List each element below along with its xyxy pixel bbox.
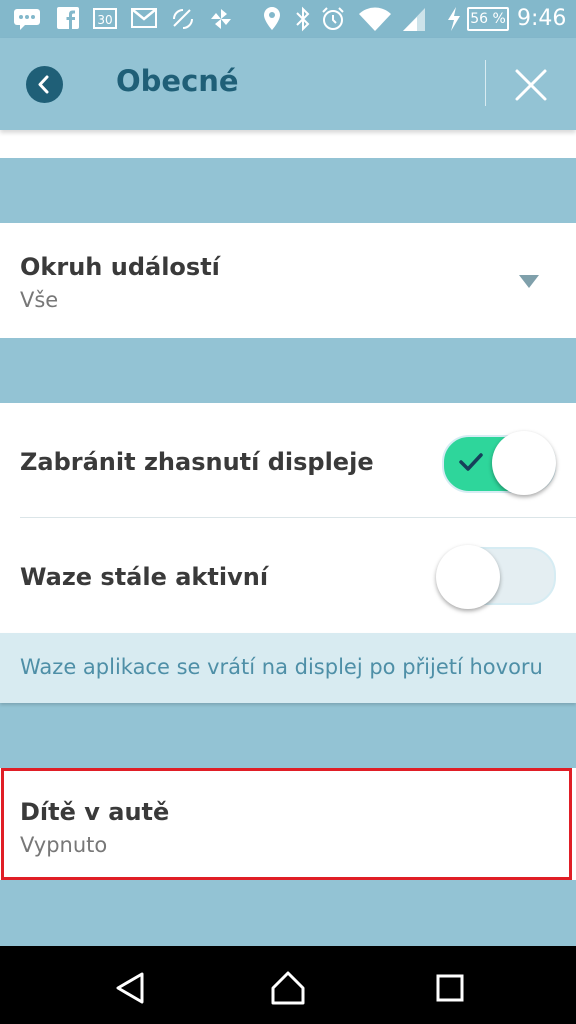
back-button[interactable] <box>26 66 63 103</box>
check-icon <box>459 453 483 471</box>
always-active-toggle[interactable] <box>436 543 556 609</box>
chevron-left-icon <box>38 75 49 94</box>
dropdown-arrow-icon[interactable] <box>518 273 540 289</box>
location-icon <box>262 6 282 36</box>
battery-icon: 56 % <box>467 7 509 31</box>
nav-recents-button[interactable] <box>430 968 470 1008</box>
event-range-value: Vše <box>20 288 59 312</box>
back-triangle-icon <box>116 972 144 1004</box>
messages-icon <box>12 6 44 36</box>
signal-icon <box>402 6 426 36</box>
gmail-icon <box>130 6 158 34</box>
calendar-icon: 30 <box>92 6 118 34</box>
event-range-setting[interactable]: Okruh událostí Vše <box>0 223 576 338</box>
toggles-card: Zabránit zhasnutí displeje Waze stále ak… <box>0 403 576 633</box>
info-note-text: Waze aplikace se vrátí na displej po při… <box>20 655 543 679</box>
alarm-icon <box>320 6 346 36</box>
toggle-knob <box>436 545 500 609</box>
nfc-icon <box>170 6 196 36</box>
clock: 9:46 <box>517 6 567 31</box>
charging-icon <box>446 6 462 36</box>
row-divider <box>20 517 576 518</box>
recents-icon <box>436 974 464 1002</box>
facebook-icon <box>56 6 80 34</box>
always-active-label: Waze stále aktivní <box>20 563 269 591</box>
highlight-box <box>1 768 572 880</box>
navigation-bar <box>0 946 576 1024</box>
status-bar: 30 56 % 9:46 <box>0 0 576 38</box>
home-icon <box>271 971 305 1005</box>
prevent-sleep-toggle[interactable] <box>440 431 560 495</box>
nav-back-button[interactable] <box>112 968 152 1008</box>
close-icon <box>515 69 547 101</box>
nav-home-button[interactable] <box>268 968 308 1008</box>
bluetooth-icon <box>294 6 312 36</box>
toggle-knob <box>492 431 556 495</box>
pinwheel-icon <box>208 6 234 36</box>
event-range-label: Okruh událostí <box>20 253 220 281</box>
app-bar: Obecné <box>0 38 576 130</box>
page-title: Obecné <box>116 64 239 98</box>
svg-text:30: 30 <box>97 13 112 27</box>
close-button[interactable] <box>512 66 550 104</box>
header-divider <box>485 60 486 106</box>
prevent-sleep-label: Zabránit zhasnutí displeje <box>20 448 374 476</box>
wifi-icon <box>358 6 392 36</box>
info-note: Waze aplikace se vrátí na displej po při… <box>0 633 576 703</box>
